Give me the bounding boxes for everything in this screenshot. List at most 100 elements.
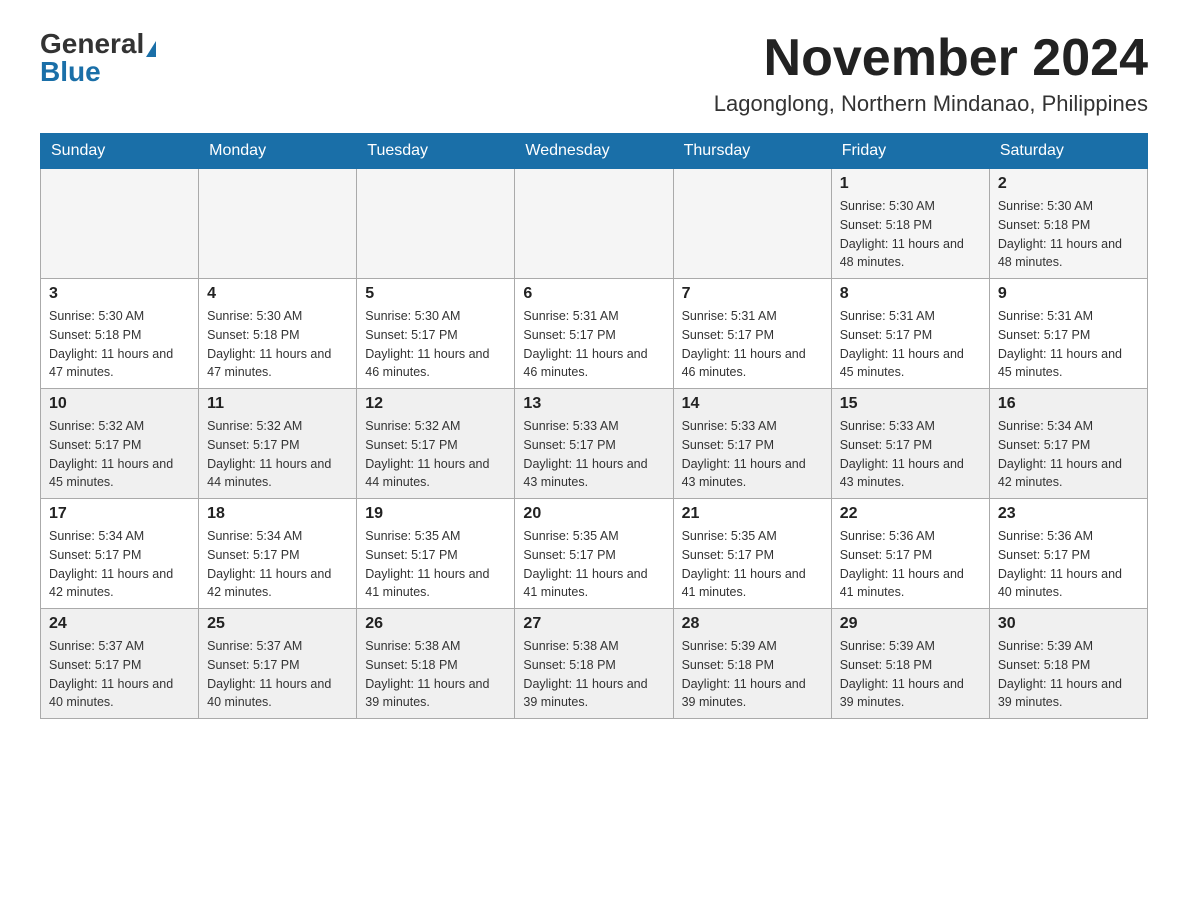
calendar-cell: 6 Sunrise: 5:31 AM Sunset: 5:17 PM Daylig…: [515, 279, 673, 389]
day-info: Sunrise: 5:33 AM Sunset: 5:17 PM Dayligh…: [523, 417, 664, 492]
day-number: 16: [998, 395, 1139, 413]
calendar-cell: 12 Sunrise: 5:32 AM Sunset: 5:17 PM Dayli…: [357, 389, 515, 499]
day-number: 9: [998, 285, 1139, 303]
day-number: 13: [523, 395, 664, 413]
calendar-week-row: 1 Sunrise: 5:30 AM Sunset: 5:18 PM Daylig…: [41, 169, 1148, 279]
calendar-cell: 3 Sunrise: 5:30 AM Sunset: 5:18 PM Daylig…: [41, 279, 199, 389]
day-info: Sunrise: 5:39 AM Sunset: 5:18 PM Dayligh…: [998, 637, 1139, 712]
logo-triangle-icon: [146, 41, 156, 57]
calendar-week-row: 17 Sunrise: 5:34 AM Sunset: 5:17 PM Dayli…: [41, 499, 1148, 609]
day-info: Sunrise: 5:38 AM Sunset: 5:18 PM Dayligh…: [523, 637, 664, 712]
day-number: 24: [49, 615, 190, 633]
calendar-cell: 17Sunrise: 5:34 AM Sunset: 5:17 PM Dayli…: [41, 499, 199, 609]
calendar-cell: 30 Sunrise: 5:39 AM Sunset: 5:18 PM Dayli…: [989, 609, 1147, 719]
day-info: Sunrise: 5:33 AM Sunset: 5:17 PM Dayligh…: [840, 417, 981, 492]
day-info: Sunrise: 5:35 AM Sunset: 5:17 PM Dayligh…: [682, 527, 823, 602]
calendar-cell: 29 Sunrise: 5:39 AM Sunset: 5:18 PM Dayli…: [831, 609, 989, 719]
day-number: 3: [49, 285, 190, 303]
day-number: 4: [207, 285, 348, 303]
day-number: 29: [840, 615, 981, 633]
location-subtitle: Lagonglong, Northern Mindanao, Philippin…: [714, 91, 1148, 117]
day-number: 19: [365, 505, 506, 523]
calendar-week-row: 3 Sunrise: 5:30 AM Sunset: 5:18 PM Daylig…: [41, 279, 1148, 389]
day-number: 6: [523, 285, 664, 303]
calendar-cell: [357, 169, 515, 279]
day-number: 11: [207, 395, 348, 413]
day-info: Sunrise: 5:31 AM Sunset: 5:17 PM Dayligh…: [840, 307, 981, 382]
calendar-cell: 16 Sunrise: 5:34 AM Sunset: 5:17 PM Dayli…: [989, 389, 1147, 499]
day-info: Sunrise: 5:30 AM Sunset: 5:18 PM Dayligh…: [840, 197, 981, 272]
header-row: Sunday Monday Tuesday Wednesday Thursday…: [41, 134, 1148, 169]
day-number: 25: [207, 615, 348, 633]
day-info: Sunrise: 5:35 AM Sunset: 5:17 PM Dayligh…: [365, 527, 506, 602]
day-info: Sunrise: 5:30 AM Sunset: 5:18 PM Dayligh…: [998, 197, 1139, 272]
day-number: 7: [682, 285, 823, 303]
calendar-cell: 24Sunrise: 5:37 AM Sunset: 5:17 PM Dayli…: [41, 609, 199, 719]
calendar-cell: 26 Sunrise: 5:38 AM Sunset: 5:18 PM Dayli…: [357, 609, 515, 719]
calendar-cell: 14Sunrise: 5:33 AM Sunset: 5:17 PM Dayli…: [673, 389, 831, 499]
day-info: Sunrise: 5:35 AM Sunset: 5:17 PM Dayligh…: [523, 527, 664, 602]
calendar-cell: 27 Sunrise: 5:38 AM Sunset: 5:18 PM Dayli…: [515, 609, 673, 719]
day-info: Sunrise: 5:38 AM Sunset: 5:18 PM Dayligh…: [365, 637, 506, 712]
day-number: 14: [682, 395, 823, 413]
day-number: 18: [207, 505, 348, 523]
calendar-cell: 4 Sunrise: 5:30 AM Sunset: 5:18 PM Daylig…: [199, 279, 357, 389]
day-number: 10: [49, 395, 190, 413]
day-number: 26: [365, 615, 506, 633]
day-info: Sunrise: 5:34 AM Sunset: 5:17 PM Dayligh…: [207, 527, 348, 602]
calendar-cell: [515, 169, 673, 279]
day-number: 27: [523, 615, 664, 633]
day-info: Sunrise: 5:39 AM Sunset: 5:18 PM Dayligh…: [840, 637, 981, 712]
day-info: Sunrise: 5:30 AM Sunset: 5:18 PM Dayligh…: [49, 307, 190, 382]
col-thursday: Thursday: [673, 134, 831, 169]
logo-blue-text: Blue: [40, 56, 101, 87]
calendar-cell: 23 Sunrise: 5:36 AM Sunset: 5:17 PM Dayli…: [989, 499, 1147, 609]
day-info: Sunrise: 5:32 AM Sunset: 5:17 PM Dayligh…: [365, 417, 506, 492]
day-number: 23: [998, 505, 1139, 523]
col-monday: Monday: [199, 134, 357, 169]
col-friday: Friday: [831, 134, 989, 169]
calendar-cell: 1 Sunrise: 5:30 AM Sunset: 5:18 PM Daylig…: [831, 169, 989, 279]
page-header: General Blue November 2024 Lagonglong, N…: [40, 30, 1148, 117]
col-wednesday: Wednesday: [515, 134, 673, 169]
title-area: November 2024 Lagonglong, Northern Minda…: [714, 30, 1148, 117]
day-info: Sunrise: 5:30 AM Sunset: 5:18 PM Dayligh…: [207, 307, 348, 382]
day-info: Sunrise: 5:34 AM Sunset: 5:17 PM Dayligh…: [998, 417, 1139, 492]
day-info: Sunrise: 5:32 AM Sunset: 5:17 PM Dayligh…: [207, 417, 348, 492]
logo: General Blue: [40, 30, 156, 86]
calendar-cell: 8Sunrise: 5:31 AM Sunset: 5:17 PM Daylig…: [831, 279, 989, 389]
calendar-cell: 11 Sunrise: 5:32 AM Sunset: 5:17 PM Dayli…: [199, 389, 357, 499]
calendar-cell: 5 Sunrise: 5:30 AM Sunset: 5:17 PM Daylig…: [357, 279, 515, 389]
calendar-cell: 25Sunrise: 5:37 AM Sunset: 5:17 PM Dayli…: [199, 609, 357, 719]
day-info: Sunrise: 5:39 AM Sunset: 5:18 PM Dayligh…: [682, 637, 823, 712]
day-info: Sunrise: 5:31 AM Sunset: 5:17 PM Dayligh…: [523, 307, 664, 382]
calendar-week-row: 10 Sunrise: 5:32 AM Sunset: 5:17 PM Dayli…: [41, 389, 1148, 499]
day-number: 5: [365, 285, 506, 303]
calendar-week-row: 24Sunrise: 5:37 AM Sunset: 5:17 PM Dayli…: [41, 609, 1148, 719]
day-number: 12: [365, 395, 506, 413]
col-sunday: Sunday: [41, 134, 199, 169]
day-number: 21: [682, 505, 823, 523]
calendar-cell: 13 Sunrise: 5:33 AM Sunset: 5:17 PM Dayli…: [515, 389, 673, 499]
day-info: Sunrise: 5:30 AM Sunset: 5:17 PM Dayligh…: [365, 307, 506, 382]
calendar-cell: 19 Sunrise: 5:35 AM Sunset: 5:17 PM Dayli…: [357, 499, 515, 609]
calendar-cell: 22Sunrise: 5:36 AM Sunset: 5:17 PM Dayli…: [831, 499, 989, 609]
calendar-cell: 9Sunrise: 5:31 AM Sunset: 5:17 PM Daylig…: [989, 279, 1147, 389]
calendar-cell: 10Sunrise: 5:32 AM Sunset: 5:17 PM Dayli…: [41, 389, 199, 499]
calendar-cell: 18 Sunrise: 5:34 AM Sunset: 5:17 PM Dayli…: [199, 499, 357, 609]
calendar-cell: 21 Sunrise: 5:35 AM Sunset: 5:17 PM Dayli…: [673, 499, 831, 609]
calendar-cell: 20Sunrise: 5:35 AM Sunset: 5:17 PM Dayli…: [515, 499, 673, 609]
day-info: Sunrise: 5:31 AM Sunset: 5:17 PM Dayligh…: [682, 307, 823, 382]
day-number: 17: [49, 505, 190, 523]
day-info: Sunrise: 5:36 AM Sunset: 5:17 PM Dayligh…: [998, 527, 1139, 602]
col-tuesday: Tuesday: [357, 134, 515, 169]
day-number: 22: [840, 505, 981, 523]
day-number: 15: [840, 395, 981, 413]
day-number: 2: [998, 175, 1139, 193]
calendar-cell: [199, 169, 357, 279]
calendar-table: Sunday Monday Tuesday Wednesday Thursday…: [40, 133, 1148, 719]
logo-general-text: General: [40, 28, 144, 59]
day-number: 1: [840, 175, 981, 193]
logo-top-line: General: [40, 30, 156, 58]
day-number: 30: [998, 615, 1139, 633]
